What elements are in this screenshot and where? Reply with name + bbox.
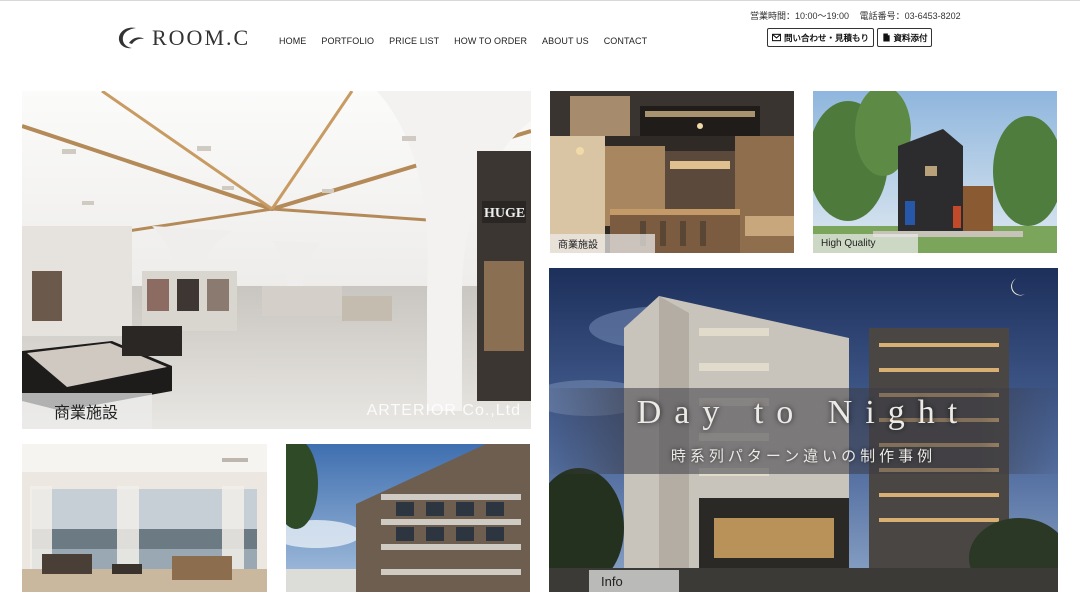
tile-label: 商業施設 — [550, 234, 655, 253]
tile-label: Info — [589, 570, 679, 592]
inquiry-button[interactable]: 問い合わせ・見積もり — [767, 28, 874, 47]
top-border — [0, 0, 1080, 1]
image-credit: ARTERIOR Co.,Ltd — [366, 402, 521, 419]
day-to-night-headline: Day to Night — [636, 394, 971, 431]
apartment-exterior-image — [286, 444, 530, 592]
nav-about-us[interactable]: ABOUT US — [542, 36, 589, 46]
attach-button-label: 資料添付 — [893, 32, 928, 43]
portfolio-tile-house[interactable]: High Quality — [813, 91, 1057, 253]
portfolio-tile-commercial-main[interactable]: HUGE 商業施設 ARTERIOR Co.,Ltd — [22, 91, 531, 429]
attach-document-button[interactable]: 資料添付 — [877, 28, 932, 47]
site-logo[interactable]: ROOM.C — [116, 24, 250, 52]
business-hours: 営業時間：10:00～19:00 — [750, 11, 850, 21]
nav-how-to-order[interactable]: HOW TO ORDER — [454, 36, 527, 46]
tile-label: High Quality — [813, 234, 918, 253]
contact-info: 営業時間：10:00～19:00 電話番号：03-6453-8202 — [750, 9, 961, 22]
document-icon — [882, 33, 890, 42]
nav-portfolio[interactable]: PORTFOLIO — [321, 36, 374, 46]
nav-contact[interactable]: CONTACT — [604, 36, 648, 46]
house-exterior-image — [813, 91, 1057, 253]
nav-home[interactable]: HOME — [279, 36, 306, 46]
inquiry-button-label: 問い合わせ・見積もり — [784, 32, 870, 43]
store-sign-text: HUGE — [484, 206, 525, 221]
nav-price-list[interactable]: PRICE LIST — [389, 36, 439, 46]
portfolio-tile-living-room[interactable] — [22, 444, 267, 592]
portfolio-tile-day-to-night[interactable]: Day to Night 時系列パターン違いの制作事例 Info — [549, 268, 1058, 592]
portfolio-tile-cafe[interactable]: 商業施設 — [550, 91, 794, 253]
day-to-night-subline: 時系列パターン違いの制作事例 — [670, 448, 937, 465]
living-room-image — [22, 444, 267, 592]
main-nav: HOME PORTFOLIO PRICE LIST HOW TO ORDER A… — [279, 36, 662, 46]
crescent-logo-icon — [118, 27, 144, 49]
cafe-interior-image — [550, 91, 794, 253]
phone-number: 電話番号：03-6453-8202 — [859, 11, 961, 21]
commercial-interior-image: HUGE — [22, 91, 531, 429]
tile-label: 商業施設 — [22, 393, 152, 429]
mail-icon — [772, 33, 781, 42]
logo-text: ROOM.C — [152, 25, 251, 50]
portfolio-tile-apartment[interactable] — [286, 444, 530, 592]
